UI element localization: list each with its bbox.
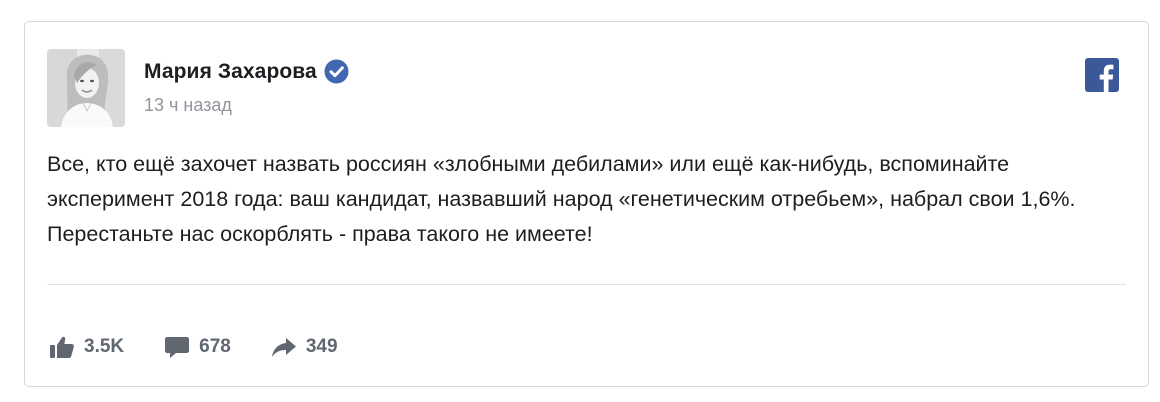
share-count: 349 bbox=[305, 336, 338, 357]
post-author: Мария Захарова bbox=[144, 59, 349, 84]
post-text: Все, кто ещё захочет назвать россиян «зл… bbox=[47, 152, 1076, 246]
share-arrow-icon bbox=[271, 335, 297, 359]
divider bbox=[47, 284, 1126, 285]
comment-bubble-icon bbox=[164, 335, 190, 359]
comment-button[interactable]: 678 bbox=[164, 335, 231, 359]
comment-count: 678 bbox=[199, 336, 231, 357]
facebook-logo-icon[interactable] bbox=[1085, 58, 1119, 92]
verified-badge-icon bbox=[324, 59, 349, 84]
thumbs-up-icon bbox=[49, 335, 75, 359]
avatar[interactable] bbox=[47, 49, 125, 127]
avatar-photo bbox=[47, 49, 125, 127]
author-name[interactable]: Мария Захарова bbox=[144, 60, 317, 84]
facebook-post-card: Мария Захарова 13 ч назад Все, кто ещё з… bbox=[24, 21, 1149, 387]
share-button[interactable]: 349 bbox=[271, 335, 338, 359]
post-actions: 3.5K 678 349 bbox=[49, 335, 378, 359]
like-count: 3.5K bbox=[84, 336, 125, 357]
post-timestamp[interactable]: 13 ч назад bbox=[144, 95, 232, 116]
like-button[interactable]: 3.5K bbox=[49, 335, 124, 359]
